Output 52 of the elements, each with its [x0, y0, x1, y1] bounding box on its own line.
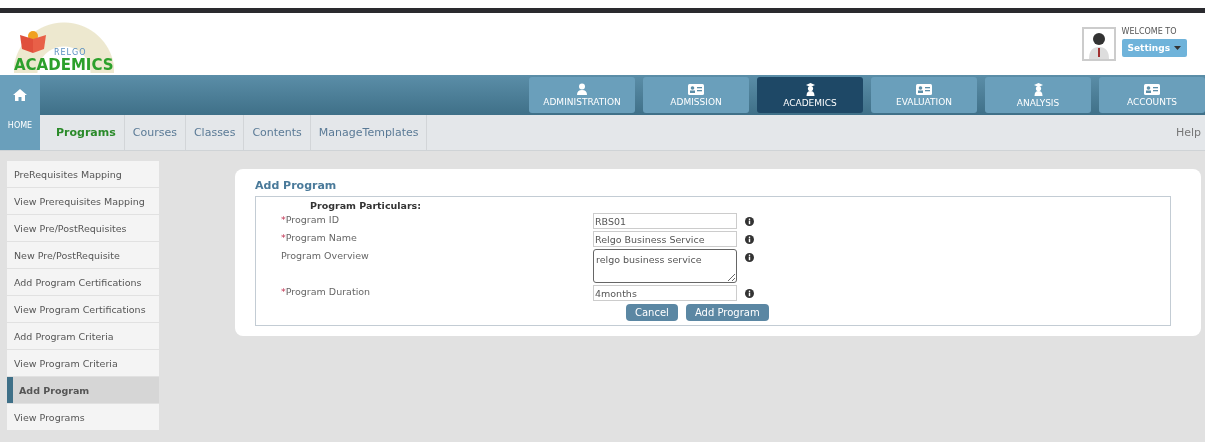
module-tab[interactable]: ANALYSIS: [985, 77, 1091, 113]
breadcrumb-link[interactable]: Courses: [124, 115, 186, 150]
sidebar-item[interactable]: Add Program Criteria: [7, 323, 159, 349]
id-card-icon: [688, 83, 704, 95]
sidebar-item[interactable]: View Program Criteria: [7, 350, 159, 376]
graduate-icon: [1032, 82, 1044, 96]
home-tab[interactable]: HOME: [0, 115, 40, 150]
field-label: Program Overview: [280, 249, 370, 263]
id-card-icon: [1144, 83, 1160, 95]
help-link[interactable]: Help: [1169, 115, 1205, 150]
module-tab[interactable]: ACCOUNTS: [1099, 77, 1205, 113]
id-card-icon: [916, 83, 932, 95]
submit-button[interactable]: Add Program: [685, 304, 769, 321]
input-field[interactable]: 4months: [593, 285, 737, 301]
welcome-text: WELCOME TO: [1121, 27, 1178, 36]
breadcrumb-link[interactable]: Programs: [48, 115, 125, 150]
module-tab[interactable]: ADMISSION: [643, 77, 749, 113]
sidebar-item[interactable]: View Programs: [7, 404, 159, 430]
breadcrumb-link[interactable]: Contents: [244, 115, 311, 150]
breadcrumb-link[interactable]: Classes: [185, 115, 245, 150]
caret-icon: [1174, 46, 1181, 50]
breadcrumb-link[interactable]: ManageTemplates: [310, 115, 428, 150]
info-icon: [745, 289, 754, 298]
text-area[interactable]: relgo business service: [593, 249, 737, 283]
graduate-icon: [804, 82, 816, 96]
brand-text: RELGO: [54, 48, 88, 57]
info-icon: [745, 253, 754, 262]
sidebar-item[interactable]: PreRequisites Mapping: [7, 161, 159, 187]
input-field[interactable]: RBS01: [593, 213, 737, 229]
field-label: *Program Name: [280, 231, 358, 245]
module-tab[interactable]: EVALUATION: [871, 77, 977, 113]
module-tab[interactable]: ADMINISTRATION: [529, 77, 635, 113]
sidebar-item[interactable]: View Prerequisites Mapping: [7, 188, 159, 214]
form-title: Add Program: [255, 179, 338, 192]
info-icon: [745, 217, 754, 226]
field-label: *Program Duration: [280, 285, 372, 299]
home-icon[interactable]: [13, 89, 27, 101]
sidebar-item[interactable]: View Pre/PostRequisites: [7, 215, 159, 241]
section-heading: Program Particulars:: [310, 200, 423, 211]
sidebar-item[interactable]: New Pre/PostRequisite: [7, 242, 159, 268]
sidebar-item[interactable]: Add Program Certifications: [7, 269, 159, 295]
field-label: *Program ID: [280, 213, 340, 227]
info-icon: [745, 235, 754, 244]
avatar: [1081, 27, 1116, 61]
input-field[interactable]: Relgo Business Service: [593, 231, 737, 247]
module-tab[interactable]: ACADEMICS: [757, 77, 863, 113]
sidebar-item[interactable]: Add Program: [7, 377, 159, 403]
sidebar-item[interactable]: View Program Certifications: [7, 296, 159, 322]
person-icon: [576, 83, 588, 95]
cancel-button[interactable]: Cancel: [626, 304, 678, 321]
book-icon: [18, 31, 48, 53]
logo-text: ACADEMICS: [14, 57, 114, 73]
